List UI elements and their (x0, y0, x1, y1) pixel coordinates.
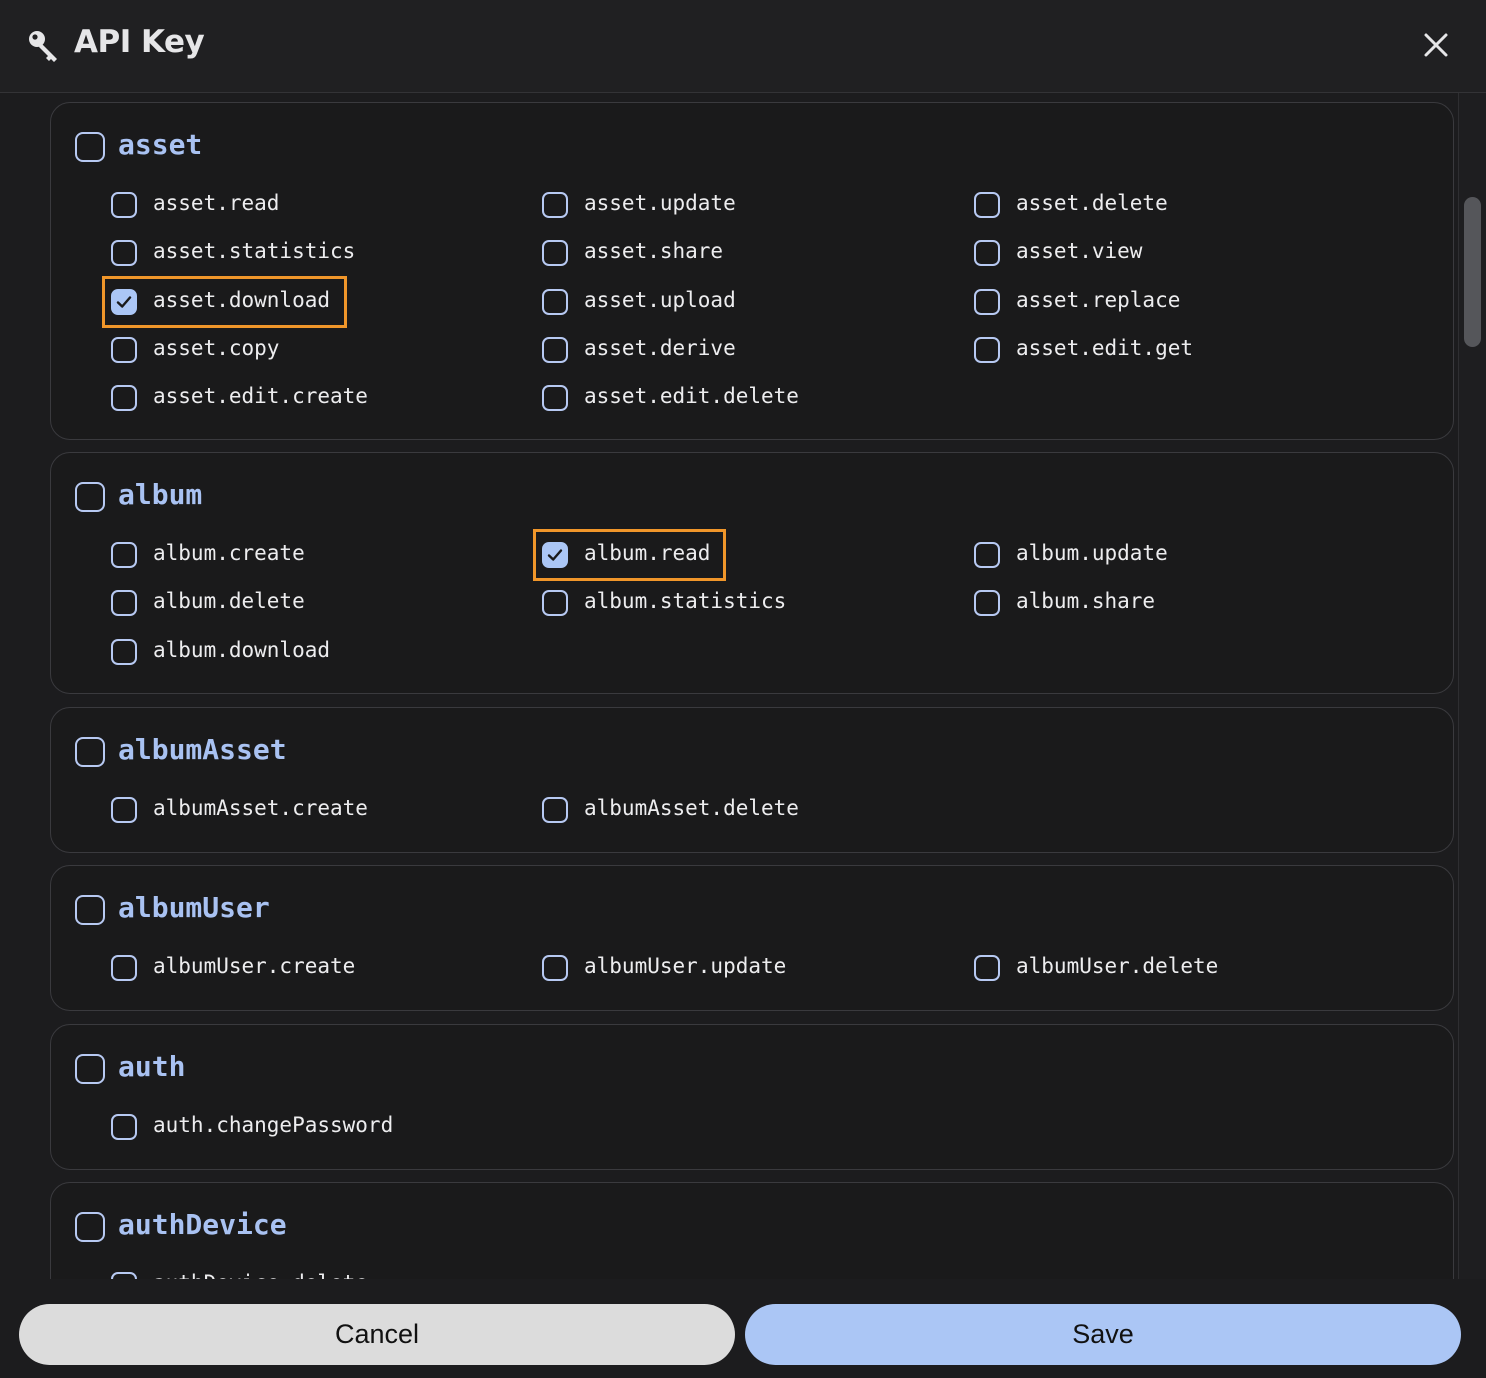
permission-group-albumUser: albumUser albumUser.create albumUser.updat… (50, 865, 1454, 1011)
group-checkbox-authDevice[interactable] (75, 1212, 105, 1242)
permission-label[interactable]: album.create (153, 541, 305, 565)
permission-label[interactable]: auth.changePassword (153, 1113, 393, 1137)
permission-group-album: album album.create album.read album.update a… (50, 452, 1454, 694)
permission-checkbox[interactable] (974, 240, 1000, 267)
permission-label[interactable]: album.delete (153, 589, 305, 613)
permission-checkbox[interactable] (111, 797, 137, 823)
permission-checkbox[interactable] (111, 1114, 137, 1140)
permission-label[interactable]: albumUser.delete (1016, 954, 1218, 978)
permission-checkbox[interactable] (974, 336, 1000, 363)
group-checkbox-album[interactable] (75, 482, 105, 512)
permission-checkbox[interactable] (111, 542, 137, 568)
group-label-asset[interactable]: asset (118, 128, 202, 161)
highlight-box (102, 275, 347, 328)
cancel-button[interactable]: Cancel (19, 1304, 735, 1365)
permission-checkbox[interactable] (974, 288, 1000, 315)
scrollbar-thumb[interactable] (1464, 197, 1481, 347)
dialog-footer: Cancel Save (0, 1279, 1486, 1378)
permission-label[interactable]: albumAsset.create (153, 796, 368, 820)
permission-label[interactable]: albumAsset.delete (584, 796, 799, 820)
permission-label[interactable]: albumUser.update (584, 954, 786, 978)
permission-label[interactable]: asset.upload (584, 288, 736, 312)
permission-checkbox[interactable] (542, 385, 568, 412)
group-label-auth[interactable]: auth (118, 1050, 185, 1083)
group-checkbox-asset[interactable] (75, 132, 105, 162)
permission-label[interactable]: album.download (153, 638, 330, 662)
permission-group-authDevice: authDevice authDevice.delete (50, 1182, 1454, 1279)
permission-checkbox[interactable] (111, 638, 137, 665)
permission-label[interactable]: albumUser.create (153, 954, 355, 978)
group-checkbox-albumAsset[interactable] (75, 737, 105, 767)
dialog-title: API Key (74, 24, 205, 60)
permission-label[interactable]: asset.copy (153, 336, 279, 360)
permission-checkbox[interactable] (111, 590, 137, 617)
permission-label[interactable]: asset.view (1016, 239, 1142, 263)
permission-group-albumAsset: albumAsset albumAsset.create albumAsset.de… (50, 707, 1454, 853)
permission-label[interactable]: asset.edit.create (153, 384, 368, 408)
group-label-albumUser[interactable]: albumUser (118, 891, 270, 924)
permission-checkbox[interactable] (111, 385, 137, 412)
highlight-box (533, 529, 726, 581)
permission-label[interactable]: asset.read (153, 191, 279, 215)
save-button[interactable]: Save (745, 1304, 1461, 1365)
permission-checkbox[interactable] (542, 240, 568, 267)
permission-checkbox[interactable] (111, 955, 137, 981)
permission-label[interactable]: asset.share (584, 239, 723, 263)
group-label-albumAsset[interactable]: albumAsset (118, 733, 287, 766)
permission-label[interactable]: asset.derive (584, 336, 736, 360)
permission-checkbox[interactable] (111, 336, 137, 363)
permission-label[interactable]: asset.replace (1016, 288, 1180, 312)
permission-checkbox[interactable] (111, 240, 137, 267)
permission-checkbox[interactable] (974, 192, 1000, 218)
permission-group-auth: auth auth.changePassword (50, 1024, 1454, 1170)
permission-label[interactable]: authDevice.delete (153, 1271, 368, 1279)
group-checkbox-auth[interactable] (75, 1054, 105, 1084)
permission-label[interactable]: asset.statistics (153, 239, 355, 263)
permission-checkbox[interactable] (542, 955, 568, 981)
close-icon[interactable] (1418, 27, 1454, 63)
permission-group-asset: asset asset.read asset.update asset.delete a… (50, 102, 1454, 440)
group-label-album[interactable]: album (118, 478, 202, 511)
group-label-authDevice[interactable]: authDevice (118, 1208, 287, 1241)
permission-label[interactable]: album.update (1016, 541, 1168, 565)
permission-label[interactable]: asset.edit.get (1016, 336, 1193, 360)
permissions-scroll-area[interactable]: asset asset.read asset.update asset.delete a… (0, 93, 1486, 1279)
permission-checkbox[interactable] (111, 192, 137, 218)
dialog-header: API Key (0, 0, 1486, 93)
key-icon (29, 31, 57, 62)
scrollbar[interactable] (1458, 93, 1486, 1279)
permission-label[interactable]: asset.edit.delete (584, 384, 799, 408)
permission-checkbox[interactable] (542, 797, 568, 823)
permission-label[interactable]: asset.delete (1016, 191, 1168, 215)
permission-checkbox[interactable] (974, 955, 1000, 981)
permission-checkbox[interactable] (542, 288, 568, 315)
permission-checkbox[interactable] (111, 1272, 137, 1279)
group-checkbox-albumUser[interactable] (75, 895, 105, 925)
permission-checkbox[interactable] (542, 336, 568, 363)
permission-label[interactable]: album.share (1016, 589, 1155, 613)
permission-checkbox[interactable] (542, 192, 568, 218)
permission-checkbox[interactable] (974, 542, 1000, 568)
permission-checkbox[interactable] (542, 590, 568, 617)
permission-label[interactable]: album.statistics (584, 589, 786, 613)
permission-label[interactable]: asset.update (584, 191, 736, 215)
permission-checkbox[interactable] (974, 590, 1000, 617)
